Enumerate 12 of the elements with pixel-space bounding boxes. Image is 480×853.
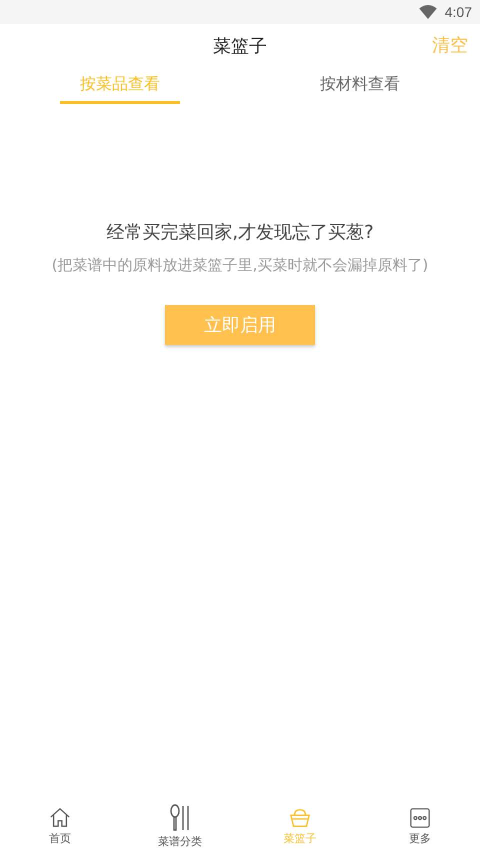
nav-item[interactable]: 首页 [0, 800, 120, 853]
nav-item[interactable]: 更多 [360, 800, 480, 853]
basket-icon [289, 807, 311, 829]
wifi-icon [418, 5, 437, 19]
tab[interactable]: 按材料查看 [300, 68, 420, 104]
page-title: 菜篮子 [213, 35, 267, 58]
empty-hint: (把菜谱中的原料放进菜篮子里,买菜时就不会漏掉原料了) [52, 256, 428, 275]
empty-question: 经常买完菜回家,才发现忘了买葱? [106, 221, 374, 244]
more-icon [409, 807, 431, 829]
status-time: 4:07 [444, 4, 472, 20]
nav-item[interactable]: 菜谱分类 [120, 800, 240, 853]
home-icon [49, 807, 71, 829]
